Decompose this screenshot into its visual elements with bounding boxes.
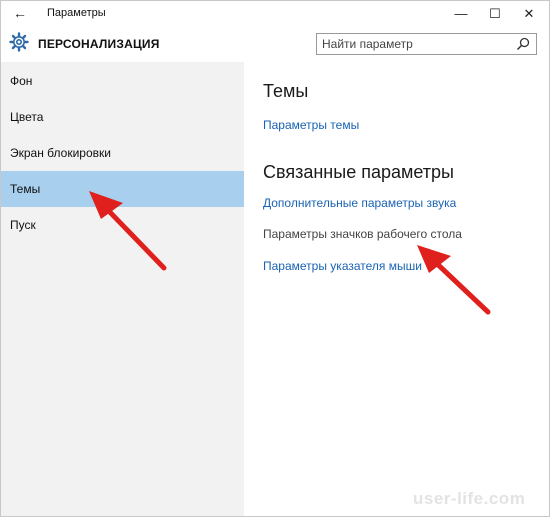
arrow-to-desktop-icons — [417, 245, 491, 315]
watermark: user-life.com — [413, 489, 526, 508]
arrow-to-themes — [89, 191, 167, 271]
settings-window: ← Параметры — ☐ ✕ ПЕРСОНАЛИЗАЦИЯ Найти п… — [0, 0, 550, 517]
annotation-arrows — [89, 191, 491, 315]
